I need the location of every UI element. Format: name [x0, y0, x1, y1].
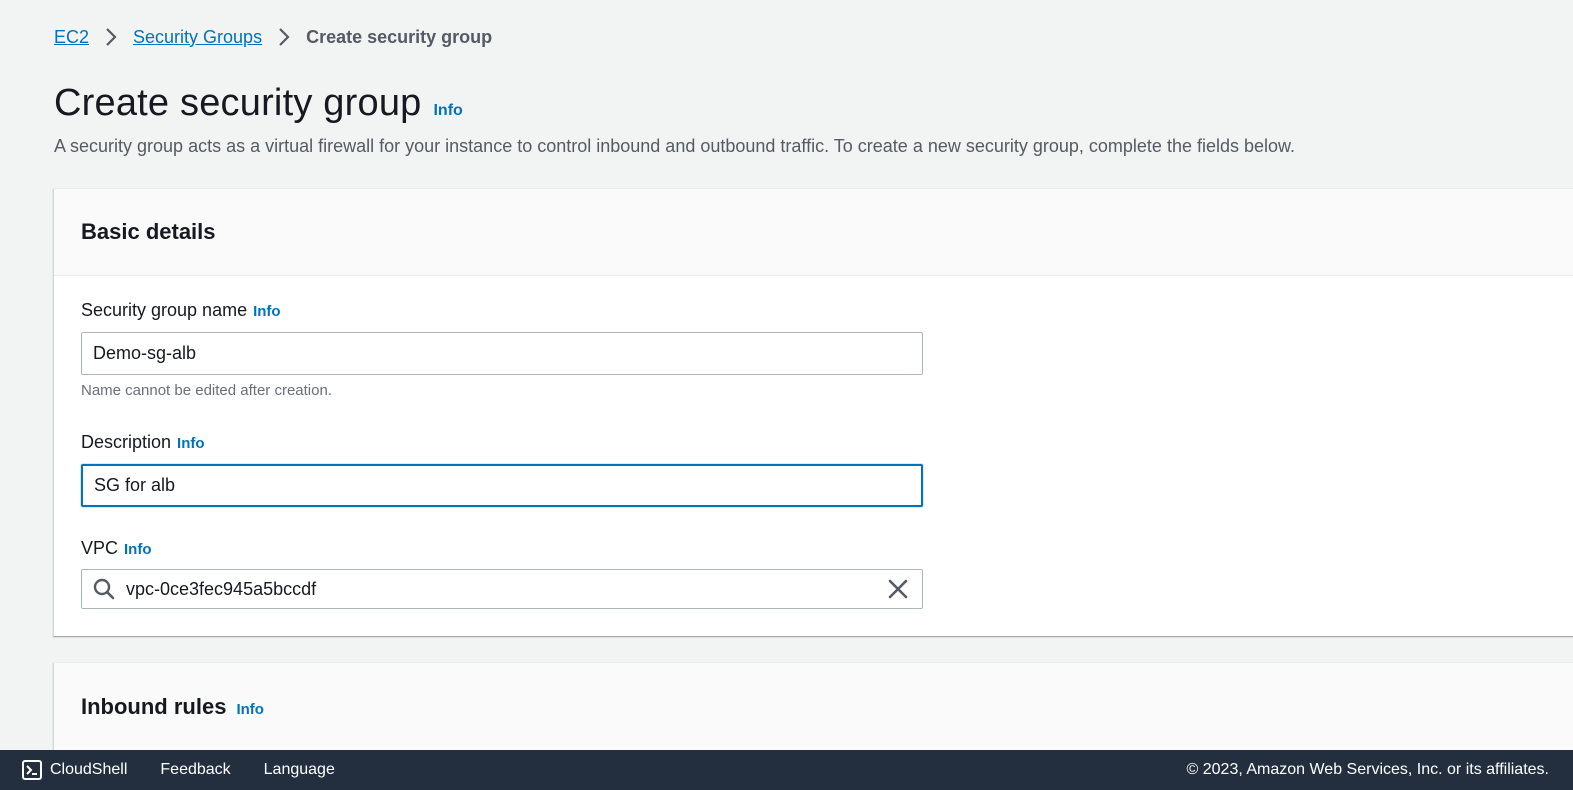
basic-details-title: Basic details: [81, 219, 216, 244]
breadcrumb-link-security-groups[interactable]: Security Groups: [133, 27, 262, 48]
chevron-right-icon: [89, 27, 133, 47]
description-label: Description Info: [81, 432, 205, 453]
feedback-button[interactable]: Feedback: [160, 761, 230, 779]
chevron-right-icon: [262, 27, 306, 47]
inbound-rules-info-link[interactable]: Info: [236, 701, 264, 718]
cloudshell-label: CloudShell: [50, 761, 128, 778]
security-group-name-label-text: Security group name: [81, 300, 248, 320]
security-group-name-label: Security group name Info: [81, 300, 281, 321]
page-title: Create security group: [54, 82, 422, 124]
vpc-label-text: VPC: [81, 538, 119, 558]
page-header: Create security group Info: [54, 82, 463, 125]
inbound-rules-title: Inbound rules: [81, 694, 227, 719]
description-label-text: Description: [81, 432, 172, 452]
search-icon: [82, 578, 126, 600]
vpc-info-link[interactable]: Info: [124, 541, 152, 558]
breadcrumb-link-ec2[interactable]: EC2: [54, 27, 89, 48]
description-info-link[interactable]: Info: [177, 435, 205, 452]
breadcrumb-current: Create security group: [306, 26, 493, 47]
console-footer: CloudShell Feedback Language © 2023, Ama…: [0, 750, 1573, 790]
cloudshell-button[interactable]: CloudShell: [22, 760, 127, 780]
inbound-rules-header: Inbound rules Info: [54, 663, 1573, 751]
security-group-name-hint: Name cannot be edited after creation.: [81, 382, 332, 399]
security-group-name-input[interactable]: [81, 332, 923, 375]
copyright-text: © 2023, Amazon Web Services, Inc. or its…: [1186, 761, 1549, 778]
close-icon[interactable]: [874, 570, 922, 608]
page-description: A security group acts as a virtual firew…: [54, 136, 1296, 156]
basic-details-header: Basic details: [54, 189, 1573, 276]
security-group-name-info-link[interactable]: Info: [253, 303, 281, 320]
page-info-link[interactable]: Info: [433, 102, 462, 120]
language-button[interactable]: Language: [264, 761, 335, 779]
inbound-rules-heading: Inbound rules Info: [81, 694, 264, 720]
description-input[interactable]: [81, 464, 923, 507]
vpc-value[interactable]: vpc-0ce3fec945a5bccdf: [126, 579, 874, 600]
breadcrumb: EC2 Security Groups Create security grou…: [54, 24, 492, 50]
basic-details-panel: Basic details Security group name Info N…: [53, 188, 1573, 636]
vpc-label: VPC Info: [81, 538, 152, 559]
terminal-icon: [22, 760, 42, 780]
vpc-search-input[interactable]: vpc-0ce3fec945a5bccdf: [81, 569, 923, 609]
